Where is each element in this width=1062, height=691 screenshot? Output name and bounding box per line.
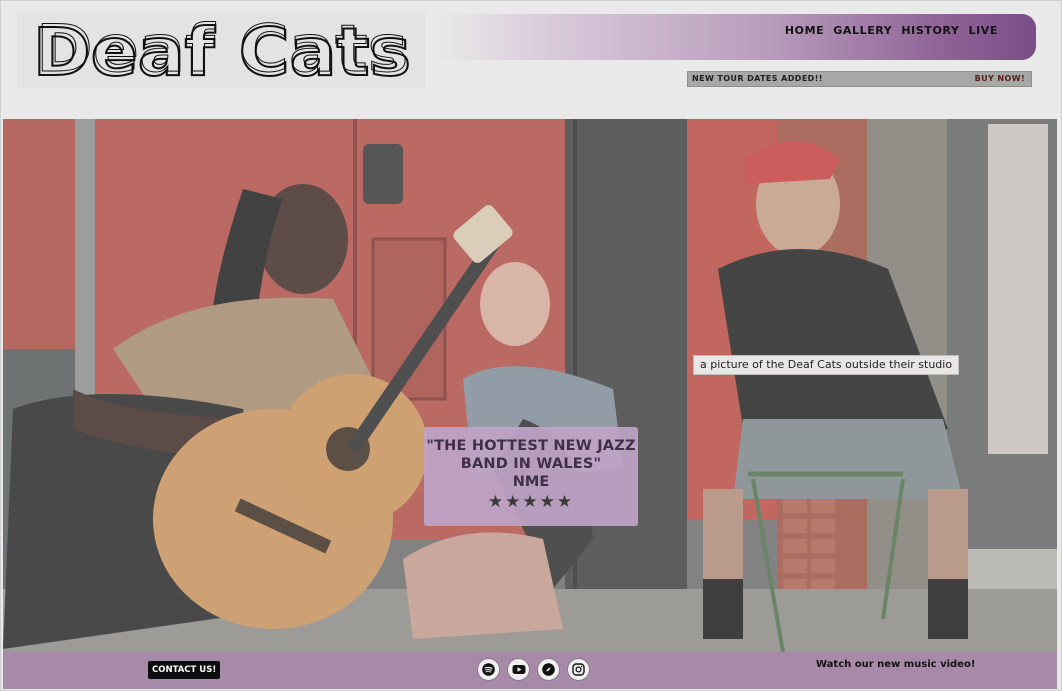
instagram-icon[interactable] [567, 658, 590, 681]
tour-ticker[interactable]: NEW TOUR DATES ADDED!! BUY NOW! [687, 71, 1032, 87]
music-video-link[interactable]: Watch our new music video! [816, 659, 975, 670]
social-links [477, 658, 590, 681]
site-footer: CONTACT US! Watch our new music video! [3, 652, 1057, 689]
hero-wash [3, 119, 1057, 652]
review-quote: "THE HOTTEST NEW JAZZ BAND IN WALES" [426, 438, 636, 472]
navigation-bar: HOME GALLERY HISTORY LIVE [438, 14, 1036, 60]
hero-image: a picture of the Deaf Cats outside their… [3, 119, 1057, 652]
compass-icon[interactable] [537, 658, 560, 681]
image-alt-caption: a picture of the Deaf Cats outside their… [693, 355, 960, 375]
ticker-message: NEW TOUR DATES ADDED!! [692, 74, 823, 83]
contact-us-button[interactable]: CONTACT US! [148, 661, 221, 679]
nav-history[interactable]: HISTORY [901, 24, 959, 37]
logo-container[interactable]: Deaf Cats Deaf Cats [17, 11, 425, 88]
youtube-icon[interactable] [507, 658, 530, 681]
site-logo: Deaf Cats Deaf Cats [33, 17, 412, 83]
nav-gallery[interactable]: GALLERY [833, 24, 892, 37]
review-card: "THE HOTTEST NEW JAZZ BAND IN WALES" NME… [424, 427, 638, 526]
star-rating: ★★★★★ [487, 492, 575, 512]
nav-live[interactable]: LIVE [968, 24, 998, 37]
logo-outline: Deaf Cats [36, 17, 408, 83]
buy-now-link[interactable]: BUY NOW! [975, 72, 1025, 86]
page-frame: Deaf Cats Deaf Cats HOME GALLERY HISTORY… [0, 0, 1062, 691]
spotify-icon[interactable] [477, 658, 500, 681]
nav-home[interactable]: HOME [785, 24, 824, 37]
main-nav: HOME GALLERY HISTORY LIVE [785, 24, 998, 37]
review-source: NME [512, 474, 550, 490]
